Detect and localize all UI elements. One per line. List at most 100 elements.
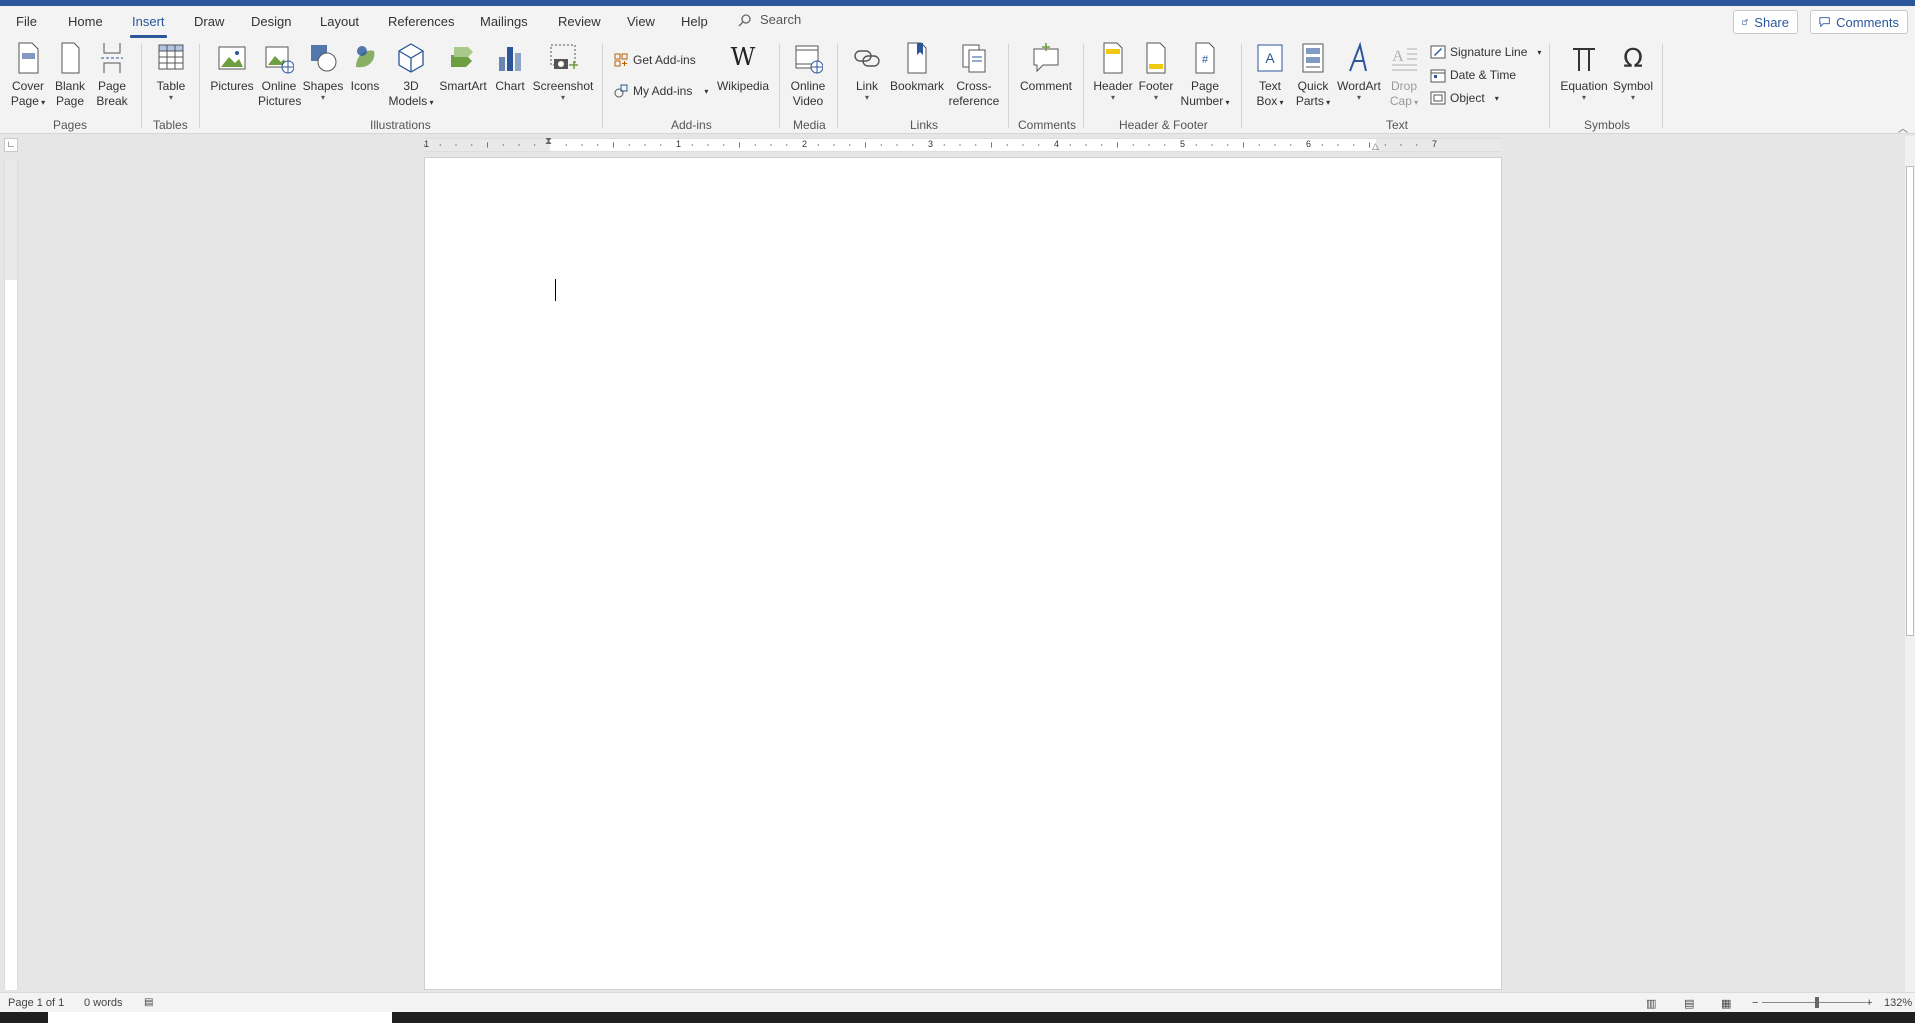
ruler-number: 3 — [928, 139, 934, 149]
header-label: Header — [1093, 79, 1133, 93]
status-bar: Page 1 of 1 0 words ▤ ▥ ▤ ▦ − + 132% — [0, 992, 1915, 1012]
omega-icon: Ω — [1623, 44, 1643, 74]
screenshot-label: Screenshot — [532, 79, 594, 93]
group-separator — [1083, 44, 1084, 128]
web-layout-icon[interactable]: ▦ — [1721, 997, 1731, 1010]
vertical-scrollbar[interactable] — [1905, 136, 1915, 992]
menu-tabs-bar: File Home Insert Draw Design Layout Refe… — [0, 6, 1915, 38]
online-pictures-button[interactable]: Online Pictures — [258, 41, 302, 109]
bookmark-button[interactable]: Bookmark — [888, 41, 946, 94]
taskbar-search-box[interactable] — [48, 1012, 392, 1023]
collapse-ribbon-icon[interactable]: ︿ — [1898, 120, 1908, 135]
symbol-button[interactable]: Ω Symbol ▾ — [1610, 41, 1656, 102]
page-count[interactable]: Page 1 of 1 — [8, 997, 64, 1009]
object-button[interactable]: Object ▾ — [1430, 90, 1499, 106]
svg-text:A: A — [1392, 48, 1404, 65]
page-number-button[interactable]: # Page Number ▾ — [1178, 41, 1232, 110]
online-pictures-label-2: Pictures — [258, 94, 302, 108]
link-button[interactable]: Link ▾ — [850, 41, 884, 102]
ruler-number: 6 — [1306, 139, 1312, 149]
tab-draw[interactable]: Draw — [194, 14, 224, 29]
tab-mailings[interactable]: Mailings — [480, 14, 528, 29]
group-separator — [141, 44, 142, 128]
comments-button[interactable]: Comments — [1810, 10, 1908, 34]
drop-cap-label-2: Cap — [1389, 94, 1412, 108]
signature-dropdown-icon[interactable]: ▾ — [1537, 48, 1541, 57]
scrollbar-thumb[interactable] — [1906, 166, 1914, 636]
print-layout-icon[interactable]: ▤ — [1684, 997, 1694, 1010]
zoom-in-button[interactable]: + — [1866, 997, 1872, 1009]
proofing-icon[interactable]: ▤ — [144, 997, 153, 1008]
tab-view[interactable]: View — [627, 14, 655, 29]
smartart-button[interactable]: SmartArt — [438, 41, 488, 94]
tab-review[interactable]: Review — [558, 14, 601, 29]
group-separator — [1008, 44, 1009, 128]
zoom-out-button[interactable]: − — [1752, 997, 1758, 1009]
insert-comment-button[interactable]: Comment — [1016, 41, 1076, 94]
my-addins-label: My Add-ins — [633, 84, 693, 98]
blank-page-button[interactable]: Blank Page — [52, 41, 88, 109]
zoom-slider[interactable] — [1762, 1002, 1866, 1003]
header-button[interactable]: Header ▾ — [1092, 41, 1134, 102]
tab-references[interactable]: References — [388, 14, 454, 29]
read-mode-icon[interactable]: ▥ — [1646, 997, 1656, 1010]
cross-reference-button[interactable]: Cross- reference — [946, 41, 1002, 109]
tab-design[interactable]: Design — [251, 14, 291, 29]
cross-reference-icon — [962, 44, 986, 73]
online-video-button[interactable]: Online Video — [786, 41, 830, 109]
wikipedia-button[interactable]: W Wikipedia — [714, 41, 772, 94]
tab-layout[interactable]: Layout — [320, 14, 359, 29]
footer-button[interactable]: Footer ▾ — [1136, 41, 1176, 102]
drop-cap-button[interactable]: A Drop Cap ▾ — [1386, 41, 1422, 110]
vertical-ruler[interactable] — [4, 160, 18, 990]
table-button[interactable]: Table ▾ — [150, 41, 192, 102]
ruler-number: 7 — [1432, 139, 1438, 149]
3d-models-button[interactable]: 3D Models ▾ — [388, 41, 434, 110]
smartart-label: SmartArt — [439, 79, 487, 93]
cover-page-button[interactable]: Cover Page ▾ — [8, 41, 48, 110]
online-video-label-1: Online — [790, 79, 826, 93]
equation-button[interactable]: Equation ▾ — [1558, 41, 1610, 102]
text-box-button[interactable]: A Text Box ▾ — [1250, 41, 1290, 110]
cross-reference-label-1: Cross- — [956, 79, 992, 93]
get-addins-button[interactable]: Get Add-ins — [613, 52, 696, 68]
tab-selector[interactable]: ∟ — [4, 138, 18, 152]
zoom-slider-thumb[interactable] — [1815, 997, 1819, 1008]
tab-insert[interactable]: Insert — [130, 14, 167, 38]
wordart-label: WordArt — [1337, 79, 1381, 93]
tab-file[interactable]: File — [16, 14, 37, 29]
right-indent-marker[interactable]: △ — [1372, 141, 1379, 152]
share-button[interactable]: Share — [1733, 10, 1798, 34]
zoom-level[interactable]: 132% — [1884, 997, 1912, 1009]
page-break-button[interactable]: Page Break — [94, 41, 130, 109]
addins-icon — [614, 84, 628, 98]
tab-help[interactable]: Help — [681, 14, 708, 29]
quick-parts-icon — [1302, 43, 1324, 73]
svg-text:Ω: Ω — [1623, 44, 1643, 74]
icons-button[interactable]: Icons — [346, 41, 384, 94]
os-taskbar — [0, 1012, 1915, 1023]
chart-button[interactable]: Chart — [492, 41, 528, 94]
group-label-illustrations: Illustrations — [370, 118, 431, 132]
tab-home[interactable]: Home — [68, 14, 103, 29]
first-line-indent-marker[interactable]: ⧗ — [545, 136, 552, 147]
wordart-button[interactable]: WordArt ▾ — [1334, 41, 1384, 102]
my-addins-button[interactable]: My Add-ins ▾ — [613, 83, 708, 99]
word-count[interactable]: 0 words — [84, 997, 123, 1009]
object-dropdown-icon[interactable]: ▾ — [1495, 94, 1499, 103]
page-number-icon: # — [1195, 42, 1215, 74]
screenshot-button[interactable]: Screenshot ▾ — [532, 41, 594, 102]
ruler-number: 2 — [802, 139, 808, 149]
share-icon — [1742, 19, 1748, 25]
search-box[interactable]: Search — [738, 12, 801, 27]
quick-parts-button[interactable]: Quick Parts ▾ — [1292, 41, 1334, 110]
page-break-icon — [101, 43, 123, 73]
signature-line-button[interactable]: Signature Line ▾ — [1430, 44, 1541, 60]
smartart-icon — [451, 47, 473, 67]
my-addins-dropdown-icon[interactable]: ▾ — [704, 87, 708, 96]
pictures-button[interactable]: Pictures — [208, 41, 256, 94]
document-page[interactable] — [424, 157, 1502, 990]
date-time-button[interactable]: Date & Time — [1430, 67, 1516, 83]
page-number-label-1: Page — [1190, 79, 1220, 93]
shapes-button[interactable]: Shapes ▾ — [302, 41, 344, 102]
